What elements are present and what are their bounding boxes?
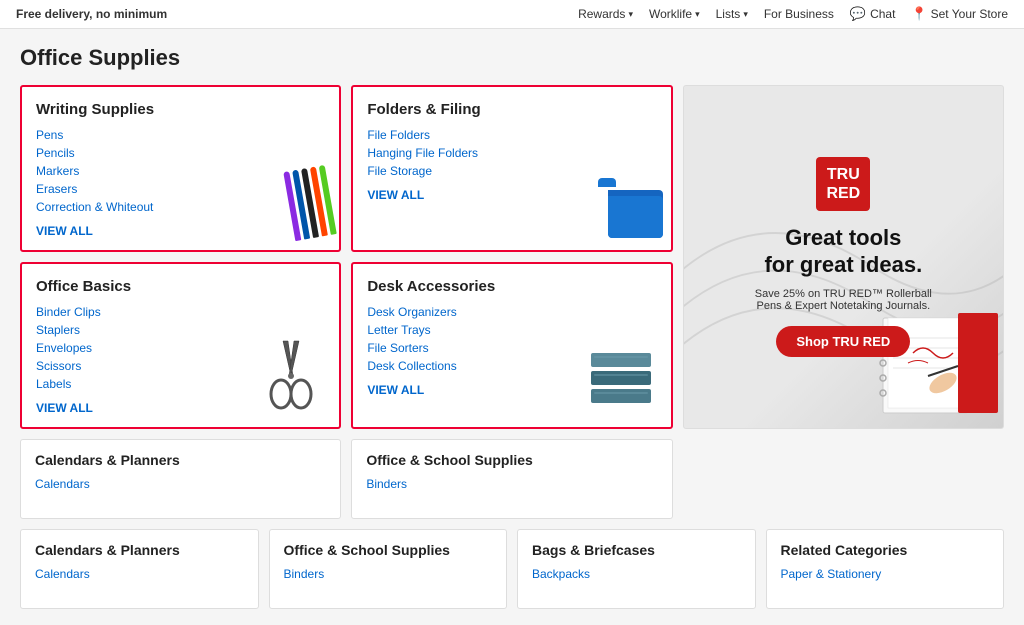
erasers-link[interactable]: Erasers: [36, 182, 325, 196]
desk-organizers-link[interactable]: Desk Organizers: [367, 305, 656, 319]
related-bottom-card: Related Categories Paper & Stationery: [766, 529, 1005, 609]
writing-supplies-links: Pens Pencils Markers Erasers Correction …: [36, 128, 325, 214]
pens-illustration: [284, 165, 338, 241]
office-basics-card: Office Basics Binder Clips Staplers Enve…: [20, 262, 341, 429]
desk-acc-image: [586, 349, 661, 417]
binders-link[interactable]: Binders: [366, 477, 407, 491]
page-title: Office Supplies: [20, 45, 1004, 71]
writing-supplies-card: Writing Supplies Pens Pencils Markers Er…: [20, 85, 341, 252]
binders-bottom-link[interactable]: Binders: [284, 567, 325, 581]
for-business-nav[interactable]: For Business: [764, 7, 834, 21]
worklife-nav[interactable]: Worklife ▾: [649, 7, 700, 21]
letter-trays-link[interactable]: Letter Trays: [367, 323, 656, 337]
office-school-bottom-card: Office & School Supplies Binders: [269, 529, 508, 609]
top-navigation: Free delivery, no minimum Rewards ▾ Work…: [0, 0, 1024, 29]
staplers-link[interactable]: Staplers: [36, 323, 325, 337]
office-basics-title: Office Basics: [36, 278, 325, 295]
pens-link[interactable]: Pens: [36, 128, 325, 142]
folders-links: File Folders Hanging File Folders File S…: [367, 128, 656, 178]
desk-accessories-card: Desk Accessories Desk Organizers Letter …: [351, 262, 672, 429]
desk-accessories-title: Desk Accessories: [367, 278, 656, 295]
location-icon: 📍: [911, 6, 927, 22]
folder-front: [608, 196, 663, 238]
correction-link[interactable]: Correction & Whiteout: [36, 200, 325, 214]
bags-bottom-card: Bags & Briefcases Backpacks: [517, 529, 756, 609]
backpacks-link[interactable]: Backpacks: [532, 567, 590, 581]
file-folders-link[interactable]: File Folders: [367, 128, 656, 142]
folders-title: Folders & Filing: [367, 101, 656, 118]
writing-supplies-title: Writing Supplies: [36, 101, 325, 118]
chat-nav[interactable]: 💬 Chat: [850, 6, 896, 22]
office-school-bottom-title: Office & School Supplies: [284, 542, 493, 558]
lists-nav[interactable]: Lists ▾: [716, 7, 748, 21]
chevron-down-icon: ▾: [695, 9, 700, 20]
calendars-title: Calendars & Planners: [35, 452, 326, 468]
tru-red-logo: TRU RED: [816, 157, 870, 211]
promo-text: Free delivery, no minimum: [16, 7, 167, 21]
bags-bottom-title: Bags & Briefcases: [532, 542, 741, 558]
hanging-folders-link[interactable]: Hanging File Folders: [367, 146, 656, 160]
related-bottom-title: Related Categories: [781, 542, 990, 558]
shop-tru-red-button[interactable]: Shop TRU RED: [776, 326, 910, 357]
writing-view-all[interactable]: VIEW ALL: [36, 224, 325, 238]
office-school-supplies-card: Office & School Supplies Binders: [351, 439, 672, 519]
folders-filing-card: Folders & Filing File Folders Hanging Fi…: [351, 85, 672, 252]
calendars-bottom-link[interactable]: Calendars: [35, 567, 90, 581]
chat-icon: 💬: [850, 6, 866, 22]
folder-tab: [598, 178, 616, 187]
bottom-row: Calendars & Planners Calendars Office & …: [20, 529, 1004, 609]
calendars-planners-card: Calendars & Planners Calendars: [20, 439, 341, 519]
desk-acc-svg: [586, 349, 661, 414]
markers-link[interactable]: Markers: [36, 164, 325, 178]
tru-red-banner: TRU RED Great tools for great ideas. Sav…: [683, 85, 1004, 429]
pens-image: [289, 168, 331, 238]
pencils-link[interactable]: Pencils: [36, 146, 325, 160]
file-storage-link[interactable]: File Storage: [367, 164, 656, 178]
calendars-link[interactable]: Calendars: [35, 477, 90, 491]
scissors-image: [254, 336, 329, 419]
binder-clips-link[interactable]: Binder Clips: [36, 305, 325, 319]
categories-grid: Writing Supplies Pens Pencils Markers Er…: [20, 85, 1004, 519]
calendars-bottom-card: Calendars & Planners Calendars: [20, 529, 259, 609]
paper-stationery-link[interactable]: Paper & Stationery: [781, 567, 882, 581]
page-content: Office Supplies Writing Supplies Pens Pe…: [0, 29, 1024, 625]
calendars-bottom-title: Calendars & Planners: [35, 542, 244, 558]
chevron-down-icon: ▾: [743, 9, 748, 20]
tru-red-subtext: Save 25% on TRU RED™ Rollerball Pens & E…: [743, 288, 943, 312]
nav-right: Rewards ▾ Worklife ▾ Lists ▾ For Busines…: [578, 6, 1008, 22]
scissors-svg: [254, 336, 329, 416]
set-store-nav[interactable]: 📍 Set Your Store: [911, 6, 1008, 22]
folders-image: [598, 178, 663, 238]
chevron-down-icon: ▾: [628, 9, 633, 20]
rewards-nav[interactable]: Rewards ▾: [578, 7, 633, 21]
tru-red-headline: Great tools for great ideas.: [764, 225, 922, 278]
office-school-title: Office & School Supplies: [366, 452, 657, 468]
folder-stack: [598, 178, 663, 238]
